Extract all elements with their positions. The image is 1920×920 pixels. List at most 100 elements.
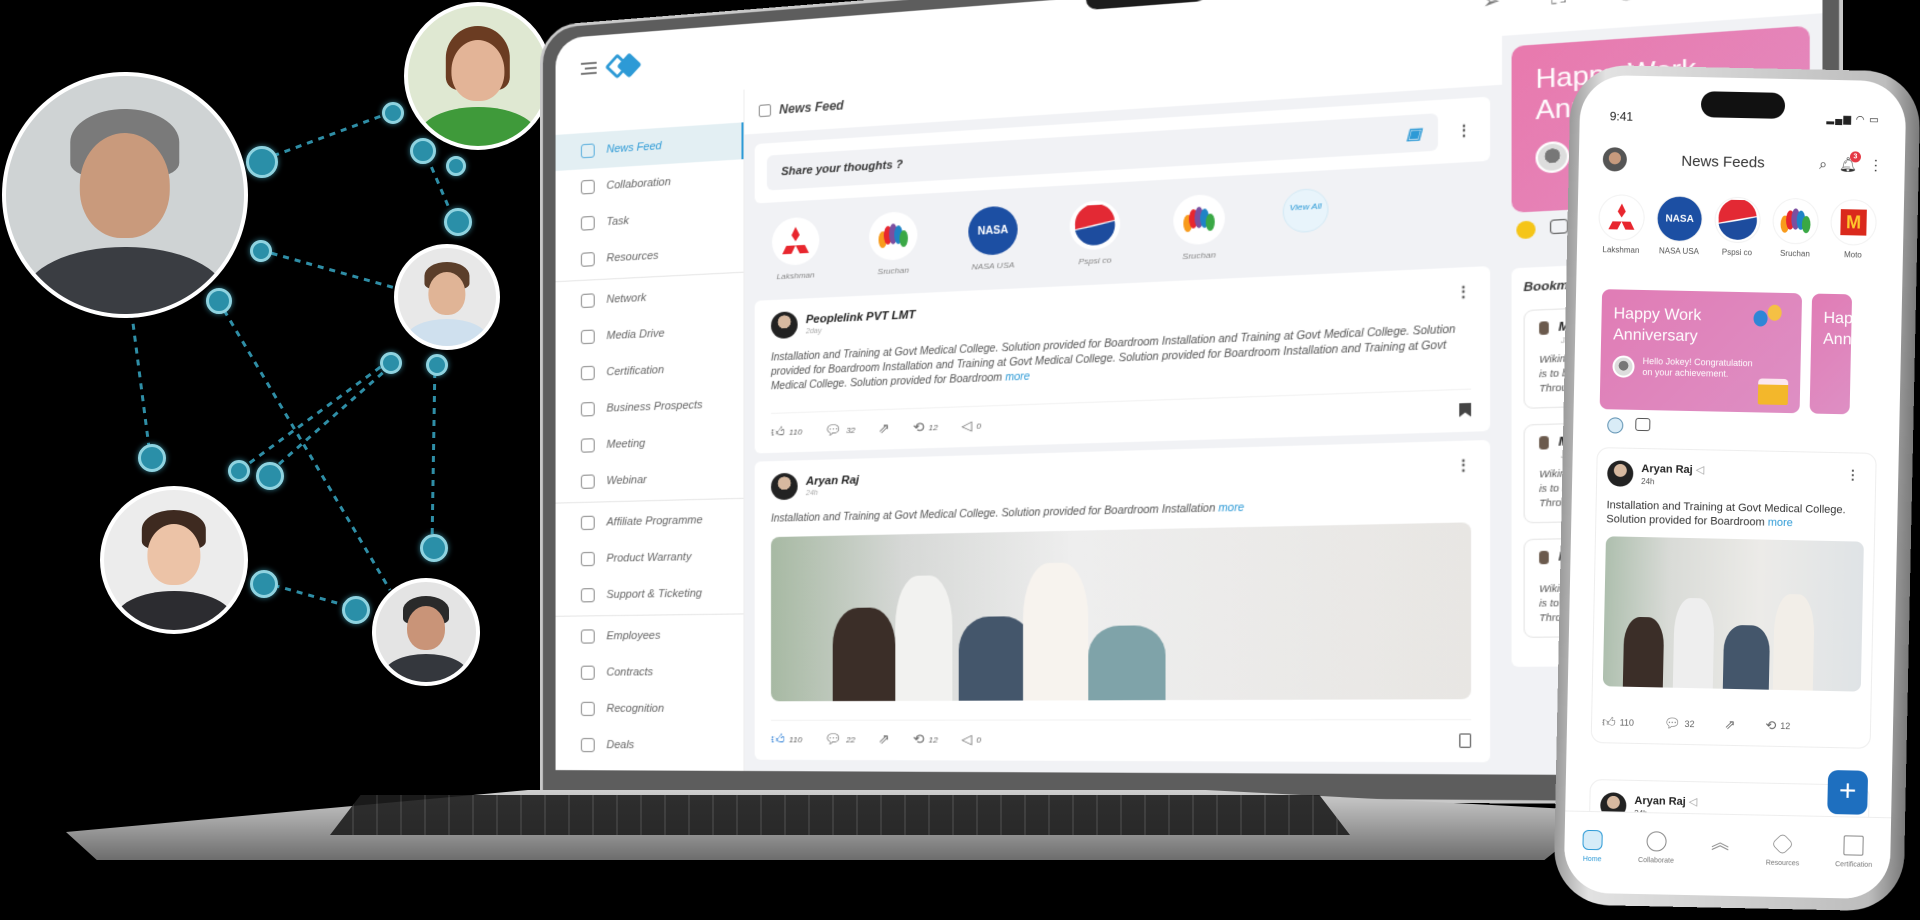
announce-button[interactable]: ◁ 0 bbox=[961, 417, 981, 434]
like-button[interactable]: 👍︎ 110 bbox=[771, 423, 802, 440]
story-item[interactable]: M Moto bbox=[1827, 199, 1880, 260]
media-drive-icon bbox=[580, 329, 595, 345]
more-options-icon[interactable]: ⋮ bbox=[1869, 156, 1883, 173]
tab-resources[interactable]: Resources bbox=[1765, 832, 1800, 898]
bookmark-outline-icon[interactable] bbox=[1459, 732, 1472, 748]
read-more-link[interactable]: more bbox=[1005, 371, 1030, 384]
author-avatar[interactable] bbox=[771, 472, 798, 501]
read-more-link[interactable]: more bbox=[1218, 502, 1244, 514]
read-more-link[interactable]: more bbox=[1768, 517, 1793, 530]
emoji-react-icon[interactable] bbox=[1516, 220, 1536, 240]
menu-toggle-icon[interactable] bbox=[580, 61, 597, 75]
anniversary-carousel[interactable]: Happy Work Anniversary Hello Jokey! Cong… bbox=[1599, 289, 1853, 415]
author-avatar[interactable] bbox=[1607, 460, 1634, 487]
post-author[interactable]: Aryan Raj bbox=[806, 474, 859, 488]
app-logo[interactable] bbox=[604, 52, 642, 80]
repost-button[interactable]: ⟲ 12 bbox=[1765, 718, 1790, 735]
collaboration-icon bbox=[580, 179, 595, 195]
share-button[interactable]: ⇗ bbox=[878, 420, 889, 437]
sidebar-item-support-ticketing[interactable]: Support & Ticketing bbox=[556, 575, 744, 614]
post-author[interactable]: Aryan Raj ◁ bbox=[1634, 794, 1697, 808]
view-all-stories[interactable]: View All bbox=[1271, 187, 1340, 234]
people-network-graphic bbox=[0, 0, 560, 700]
book-icon bbox=[580, 252, 595, 267]
image-upload-icon[interactable]: ▣ bbox=[1406, 124, 1422, 144]
story-item[interactable]: Lakshman bbox=[1595, 195, 1648, 255]
post-options-icon[interactable]: ⋮ bbox=[1456, 456, 1471, 474]
tab-collaborate[interactable]: Collaborate bbox=[1637, 831, 1674, 895]
fullscreen-icon[interactable]: ⛶ bbox=[1545, 0, 1572, 9]
post-author[interactable]: Aryan Raj ◁ bbox=[1641, 462, 1704, 476]
send-icon[interactable]: ➢ bbox=[1478, 0, 1504, 14]
add-reaction-icon[interactable] bbox=[1607, 417, 1624, 434]
sidebar-item-affiliate-programme[interactable]: Affiliate Programme bbox=[556, 501, 744, 542]
work-anniversary-card-next[interactable]: Happy Work Anniversary bbox=[1809, 293, 1853, 415]
bell-icon[interactable]: 🔔︎ 3 bbox=[1839, 150, 1862, 173]
share-button[interactable]: ⇗ bbox=[1724, 717, 1735, 733]
comment-button[interactable]: 💬︎ 22 bbox=[825, 731, 856, 748]
sidebar-item-webinar[interactable]: Webinar bbox=[556, 459, 744, 501]
create-post-fab[interactable]: + bbox=[1827, 769, 1869, 815]
sidebar-item-label: Deals bbox=[606, 739, 635, 752]
tab-rank[interactable]: ︽ bbox=[1709, 833, 1730, 896]
webinar-icon bbox=[580, 474, 595, 489]
company-avatar bbox=[1539, 321, 1549, 335]
news-feed-main: News Feed Share your thoughts ? ▣ ⋮ Laksh… bbox=[744, 35, 1503, 775]
mitsubishi-logo bbox=[1599, 195, 1645, 240]
post-actions: 👍︎ 110 💬︎ 32 ⇗ ⟲ 12 ◁ 0 bbox=[771, 388, 1472, 441]
post-text: Installation and Training at Govt Medica… bbox=[1606, 499, 1846, 530]
comment-button[interactable]: 💬︎ 32 bbox=[825, 421, 856, 439]
sidebar-item-label: Resources bbox=[606, 249, 659, 265]
like-button[interactable]: 👍︎ 110 bbox=[1602, 714, 1634, 731]
collaborate-icon bbox=[1646, 831, 1667, 852]
comment-icon[interactable] bbox=[1635, 417, 1651, 432]
story-item[interactable]: Pspsi co bbox=[1062, 199, 1128, 267]
sidebar-item-label: Network bbox=[606, 291, 647, 306]
post-photo-meeting[interactable] bbox=[1602, 536, 1864, 692]
repost-button[interactable]: ⟲ 12 bbox=[913, 731, 938, 748]
like-button[interactable]: 👍︎ 110 bbox=[771, 731, 802, 747]
sidebar-item-deals[interactable]: Deals bbox=[556, 727, 744, 764]
bookmark-filled-icon[interactable] bbox=[1459, 402, 1471, 417]
chevrons-up-icon: ︽ bbox=[1711, 832, 1730, 853]
user-avatar[interactable] bbox=[1602, 147, 1628, 172]
post-photo-meeting[interactable] bbox=[771, 522, 1472, 702]
work-anniversary-card[interactable]: Happy Work Anniversary Hello Jokey! Cong… bbox=[1599, 289, 1803, 414]
sidebar-item-label: Collaboration bbox=[606, 175, 671, 192]
meeting-icon bbox=[580, 438, 595, 453]
author-avatar[interactable] bbox=[771, 311, 798, 340]
comment-button[interactable]: 💬︎ 32 bbox=[1664, 716, 1695, 733]
story-item[interactable]: NASA NASA USA bbox=[961, 205, 1025, 273]
sidebar-item-product-warranty[interactable]: Product Warranty bbox=[556, 538, 744, 578]
view-all-button[interactable]: View All bbox=[1282, 187, 1329, 234]
story-item[interactable]: NASA NASA USA bbox=[1653, 196, 1706, 256]
share-button[interactable]: ⇗ bbox=[878, 731, 889, 748]
tab-certification[interactable]: Certification bbox=[1834, 835, 1872, 899]
story-label: Sruchan bbox=[877, 265, 909, 277]
story-item[interactable]: Lakshman bbox=[765, 216, 827, 282]
employee-avatar bbox=[1535, 140, 1570, 174]
status-time: 9:41 bbox=[1609, 109, 1634, 124]
anniversary-message: Hello Jokey! Congratulation on your achi… bbox=[1642, 355, 1753, 379]
sidebar-item-employees[interactable]: Employees bbox=[556, 616, 744, 654]
sidebar-item-business-prospects[interactable]: Business Prospects bbox=[556, 385, 744, 428]
sidebar-item-meeting[interactable]: Meeting bbox=[556, 422, 744, 464]
clock-icon[interactable]: ◷2 bbox=[1613, 0, 1640, 4]
sidebar-item-recognition[interactable]: Recognition bbox=[556, 690, 744, 727]
post-options-icon[interactable]: ⋮ bbox=[1456, 282, 1471, 300]
story-item[interactable]: Sruchan bbox=[862, 210, 925, 277]
story-item[interactable]: Sruchan bbox=[1769, 198, 1822, 259]
repost-button[interactable]: ⟲ 12 bbox=[913, 419, 938, 437]
tab-home[interactable]: Home bbox=[1581, 829, 1603, 893]
comment-icon[interactable] bbox=[1549, 218, 1569, 235]
search-icon[interactable]: ⌕ bbox=[1819, 155, 1827, 172]
post-time: 24h bbox=[805, 489, 818, 497]
post-options-icon[interactable]: ⋮ bbox=[1846, 467, 1859, 483]
person-avatar-businesswoman bbox=[100, 486, 248, 634]
sidebar-item-contracts[interactable]: Contracts bbox=[556, 653, 744, 691]
person-avatar-woman-smiling bbox=[404, 2, 552, 150]
more-options-icon[interactable]: ⋮ bbox=[1452, 120, 1476, 140]
story-item[interactable]: Sruchan bbox=[1166, 193, 1233, 262]
story-item[interactable]: Pspsi co bbox=[1711, 197, 1764, 257]
announce-button[interactable]: ◁ 0 bbox=[961, 731, 981, 748]
